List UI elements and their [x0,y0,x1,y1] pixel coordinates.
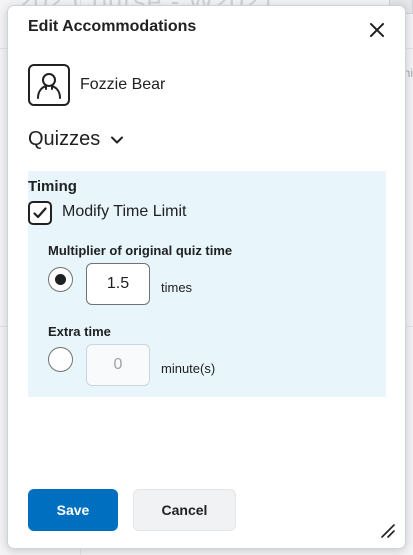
quizzes-section-toggle[interactable]: Quizzes [28,128,124,151]
close-icon[interactable] [367,20,387,40]
user-row: Fozzie Bear [28,64,165,106]
user-name: Fozzie Bear [80,76,166,93]
multiplier-radio[interactable] [48,267,73,292]
multiplier-label: Multiplier of original quiz time [48,243,233,258]
extra-time-radio[interactable] [48,347,73,372]
person-icon [28,64,70,106]
modify-time-limit-checkbox[interactable] [28,201,52,225]
section-title: Quizzes [28,128,101,150]
radio-selected-dot [55,274,66,285]
dialog-title: Edit Accommodations [28,18,197,35]
resize-handle-icon[interactable] [379,522,395,538]
timing-label: Timing [28,178,77,195]
chevron-down-icon [111,136,124,143]
extra-time-input[interactable]: 0 [86,344,150,386]
edit-accommodations-dialog: Edit Accommodations Fozzie Bear Quizzes … [7,5,406,549]
cancel-button[interactable]: Cancel [133,489,236,531]
multiplier-unit: times [161,280,193,295]
timing-panel: Timing Modify Time Limit Multiplier of o… [28,171,386,397]
checkmark-icon [33,207,47,219]
multiplier-input[interactable]: 1.5 [86,263,150,305]
extra-time-unit: minute(s) [161,361,216,376]
modify-time-limit-label: Modify Time Limit [62,203,187,220]
save-button[interactable]: Save [28,489,118,531]
extra-time-label: Extra time [48,324,111,339]
